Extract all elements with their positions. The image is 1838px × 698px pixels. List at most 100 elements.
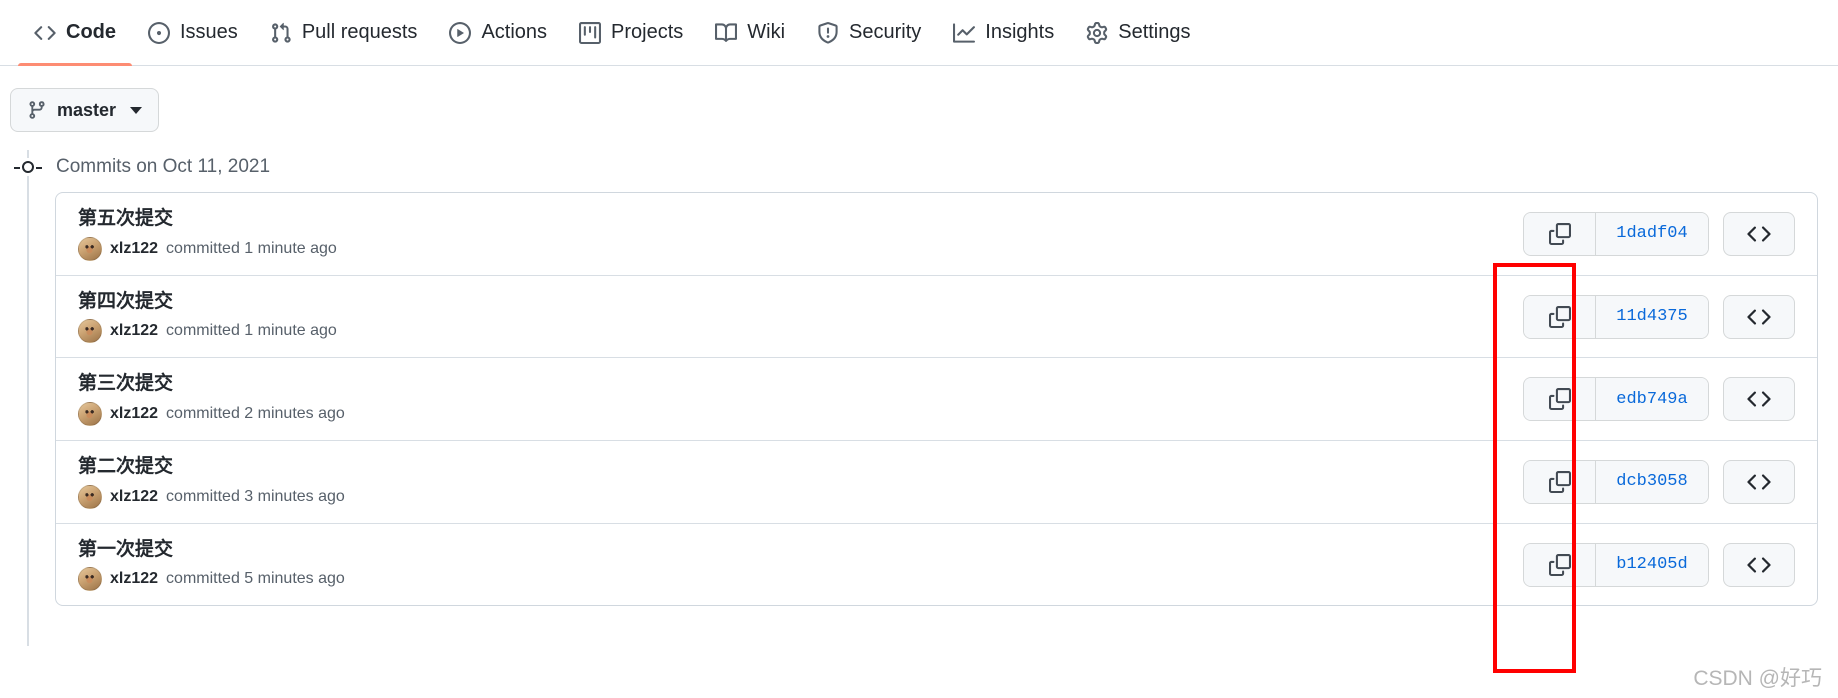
gear-icon	[1086, 21, 1108, 44]
commits-date-label: Commits on Oct 11, 2021	[56, 156, 271, 177]
commit-list: 第五次提交 xlz122 committed 1 minute ago 1dad…	[55, 192, 1818, 607]
commit-actions: 1dadf04	[1523, 211, 1795, 256]
tab-security[interactable]: Security	[801, 0, 937, 66]
tab-security-label: Security	[849, 21, 922, 43]
code-brackets-icon[interactable]	[1723, 459, 1795, 504]
commit-sha[interactable]: b12405d	[1596, 543, 1708, 586]
tab-projects-label: Projects	[611, 21, 684, 43]
commit-info: 第二次提交 xlz122 committed 3 minutes ago	[78, 455, 345, 509]
tab-pull-requests[interactable]: Pull requests	[254, 0, 434, 66]
watermark: CSDN @好巧	[1693, 667, 1822, 690]
commit-actions: 11d4375	[1523, 294, 1795, 339]
code-brackets-icon[interactable]	[1723, 211, 1795, 256]
book-icon	[715, 22, 738, 44]
tab-wiki[interactable]: Wiki	[699, 0, 801, 66]
table-row: 第四次提交 xlz122 committed 1 minute ago 11d4…	[56, 276, 1817, 359]
tab-settings[interactable]: Settings	[1070, 0, 1206, 66]
tab-insights-label: Insights	[985, 21, 1055, 43]
commit-actions: edb749a	[1523, 377, 1795, 422]
table-row: 第三次提交 xlz122 committed 2 minutes ago edb…	[56, 358, 1817, 442]
commit-author[interactable]: xlz122	[110, 240, 158, 258]
commit-title[interactable]: 第五次提交	[78, 207, 337, 232]
tab-actions[interactable]: Actions	[433, 0, 563, 66]
commit-time: committed 3 minutes ago	[166, 487, 345, 505]
commits-section: Commits on Oct 11, 2021 第五次提交 xlz122 com…	[0, 150, 1838, 647]
avatar	[78, 402, 102, 427]
commit-meta: xlz122 committed 1 minute ago	[78, 319, 337, 344]
graph-icon	[953, 22, 976, 44]
commit-info: 第三次提交 xlz122 committed 2 minutes ago	[78, 372, 345, 427]
commit-title[interactable]: 第三次提交	[78, 372, 345, 397]
commit-meta: xlz122 committed 1 minute ago	[78, 236, 337, 261]
commit-author[interactable]: xlz122	[110, 570, 158, 588]
tab-insights[interactable]: Insights	[937, 0, 1070, 66]
tab-issues-label: Issues	[180, 21, 238, 43]
commits-date-row: Commits on Oct 11, 2021	[14, 150, 1838, 184]
copy-icon[interactable]	[1524, 543, 1596, 586]
commit-actions: dcb3058	[1523, 459, 1795, 504]
chevron-down-icon	[130, 106, 143, 114]
commit-sha[interactable]: edb749a	[1596, 378, 1708, 421]
copy-icon[interactable]	[1524, 295, 1596, 338]
commit-sha[interactable]: 1dadf04	[1596, 212, 1708, 255]
commit-info: 第一次提交 xlz122 committed 5 minutes ago	[78, 538, 345, 592]
tab-wiki-label: Wiki	[747, 21, 786, 43]
commit-title[interactable]: 第四次提交	[78, 290, 337, 315]
sha-group: edb749a	[1523, 377, 1709, 422]
commit-meta: xlz122 committed 5 minutes ago	[78, 567, 345, 592]
table-row: 第二次提交 xlz122 committed 3 minutes ago dcb…	[56, 441, 1817, 524]
avatar	[78, 236, 102, 261]
git-branch-icon	[27, 100, 47, 120]
timeline-line	[27, 150, 29, 647]
commit-time: committed 1 minute ago	[166, 239, 337, 257]
commit-sha[interactable]: 11d4375	[1596, 295, 1708, 338]
commit-actions: b12405d	[1523, 542, 1795, 587]
commit-title[interactable]: 第一次提交	[78, 538, 345, 563]
sha-group: b12405d	[1523, 542, 1709, 587]
table-row: 第一次提交 xlz122 committed 5 minutes ago b12…	[56, 524, 1817, 606]
commit-meta: xlz122 committed 3 minutes ago	[78, 484, 345, 509]
table-row: 第五次提交 xlz122 committed 1 minute ago 1dad…	[56, 193, 1817, 276]
sha-group: 1dadf04	[1523, 211, 1709, 256]
branch-bar: master	[0, 66, 1838, 132]
commit-info: 第五次提交 xlz122 committed 1 minute ago	[78, 207, 337, 261]
issue-opened-icon	[148, 21, 170, 44]
commit-time: committed 5 minutes ago	[166, 570, 345, 588]
copy-icon[interactable]	[1524, 212, 1596, 255]
copy-icon[interactable]	[1524, 460, 1596, 503]
avatar	[78, 319, 102, 344]
tab-code[interactable]: Code	[18, 0, 132, 66]
commit-meta: xlz122 committed 2 minutes ago	[78, 402, 345, 427]
commit-timeline-node-icon	[14, 158, 42, 176]
avatar	[78, 567, 102, 592]
commit-author[interactable]: xlz122	[110, 405, 158, 423]
play-icon	[449, 21, 472, 44]
code-brackets-icon[interactable]	[1723, 542, 1795, 587]
tab-projects[interactable]: Projects	[563, 0, 699, 66]
branch-name-label: master	[57, 99, 117, 120]
commit-info: 第四次提交 xlz122 committed 1 minute ago	[78, 290, 337, 344]
code-brackets-icon[interactable]	[1723, 294, 1795, 339]
sha-group: 11d4375	[1523, 294, 1709, 339]
shield-icon	[817, 21, 839, 44]
git-pull-request-icon	[270, 22, 292, 44]
tab-issues[interactable]: Issues	[132, 0, 254, 66]
commit-title[interactable]: 第二次提交	[78, 455, 345, 480]
tab-actions-label: Actions	[481, 21, 548, 43]
branch-selector-button[interactable]: master	[10, 88, 160, 132]
commit-sha[interactable]: dcb3058	[1596, 460, 1708, 503]
tab-settings-label: Settings	[1118, 21, 1191, 43]
code-brackets-icon[interactable]	[1723, 377, 1795, 422]
commit-author[interactable]: xlz122	[110, 322, 158, 340]
tab-code-label: Code	[66, 21, 116, 43]
commit-author[interactable]: xlz122	[110, 488, 158, 506]
commit-time: committed 1 minute ago	[166, 322, 337, 340]
avatar	[78, 484, 102, 509]
project-icon	[579, 21, 602, 44]
code-icon	[34, 22, 56, 44]
sha-group: dcb3058	[1523, 459, 1709, 504]
copy-icon[interactable]	[1524, 378, 1596, 421]
tab-pull-requests-label: Pull requests	[301, 21, 418, 43]
commit-time: committed 2 minutes ago	[166, 405, 345, 423]
repo-nav: Code Issues Pull requests Actions Projec…	[0, 0, 1838, 66]
